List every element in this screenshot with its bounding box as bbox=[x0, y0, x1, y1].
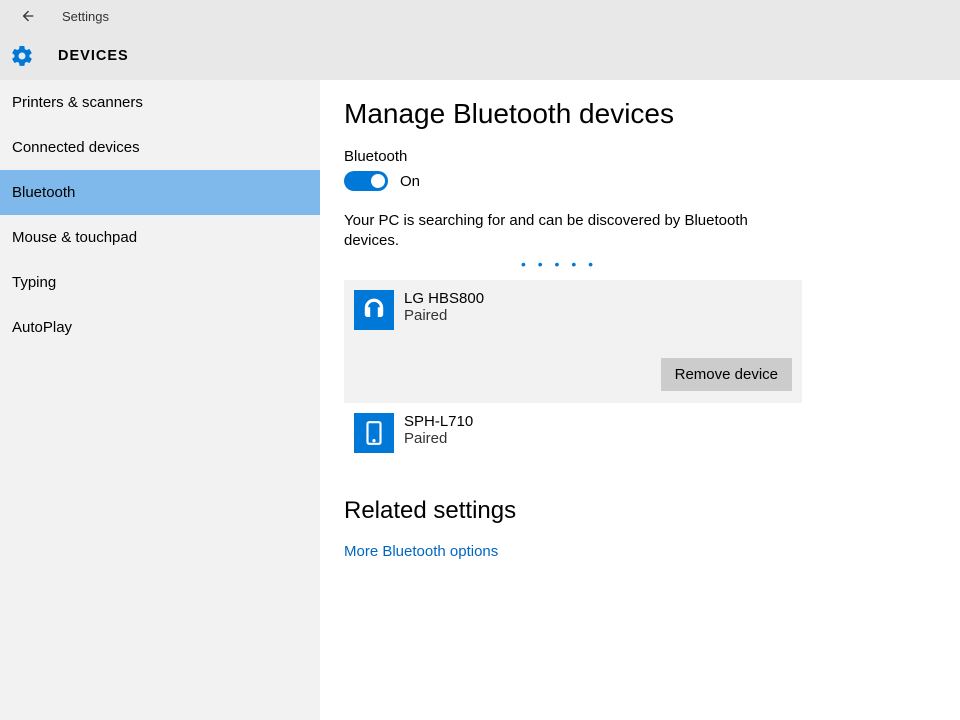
sidebar: Printers & scannersConnected devicesBlue… bbox=[0, 80, 320, 720]
back-arrow-icon bbox=[20, 8, 36, 24]
status-text: Your PC is searching for and can be disc… bbox=[344, 211, 774, 252]
device-card[interactable]: LG HBS800Paired Remove device bbox=[344, 280, 802, 403]
toggle-knob bbox=[371, 174, 385, 188]
device-name: LG HBS800 bbox=[404, 290, 484, 307]
section-title: DEVICES bbox=[58, 48, 129, 64]
sidebar-item-typing[interactable]: Typing bbox=[0, 260, 320, 305]
app-label: Settings bbox=[62, 9, 109, 24]
content: Printers & scannersConnected devicesBlue… bbox=[0, 80, 960, 720]
device-row: SPH-L710Paired bbox=[354, 413, 792, 453]
searching-indicator: • • • • • bbox=[344, 256, 774, 272]
main-panel: Manage Bluetooth devices Bluetooth On Yo… bbox=[320, 80, 960, 720]
device-card[interactable]: SPH-L710Paired bbox=[344, 403, 802, 463]
sidebar-item-printers-scanners[interactable]: Printers & scanners bbox=[0, 80, 320, 125]
related-settings-title: Related settings bbox=[344, 497, 960, 525]
toggle-row: On bbox=[344, 171, 960, 191]
headset-icon bbox=[354, 290, 394, 330]
header-top: Settings bbox=[0, 0, 960, 32]
remove-device-button[interactable]: Remove device bbox=[661, 358, 792, 391]
device-row: LG HBS800Paired bbox=[354, 290, 792, 330]
page-title: Manage Bluetooth devices bbox=[344, 98, 960, 130]
header-main: DEVICES bbox=[0, 32, 960, 80]
more-bluetooth-options-link[interactable]: More Bluetooth options bbox=[344, 543, 960, 560]
device-status: Paired bbox=[404, 307, 484, 324]
back-button[interactable] bbox=[18, 6, 38, 26]
bluetooth-toggle-label: Bluetooth bbox=[344, 148, 960, 165]
sidebar-item-mouse-touchpad[interactable]: Mouse & touchpad bbox=[0, 215, 320, 260]
sidebar-item-autoplay[interactable]: AutoPlay bbox=[0, 305, 320, 350]
sidebar-item-bluetooth[interactable]: Bluetooth bbox=[0, 170, 320, 215]
device-status: Paired bbox=[404, 430, 473, 447]
gear-icon bbox=[10, 44, 34, 68]
device-actions: Remove device bbox=[354, 358, 792, 391]
device-list: LG HBS800PairedRemove deviceSPH-L710Pair… bbox=[344, 280, 960, 463]
device-info: SPH-L710Paired bbox=[404, 413, 473, 447]
phone-icon bbox=[354, 413, 394, 453]
sidebar-item-connected-devices[interactable]: Connected devices bbox=[0, 125, 320, 170]
device-name: SPH-L710 bbox=[404, 413, 473, 430]
toggle-state-label: On bbox=[400, 173, 420, 190]
bluetooth-toggle[interactable] bbox=[344, 171, 388, 191]
device-info: LG HBS800Paired bbox=[404, 290, 484, 324]
header: Settings DEVICES bbox=[0, 0, 960, 80]
